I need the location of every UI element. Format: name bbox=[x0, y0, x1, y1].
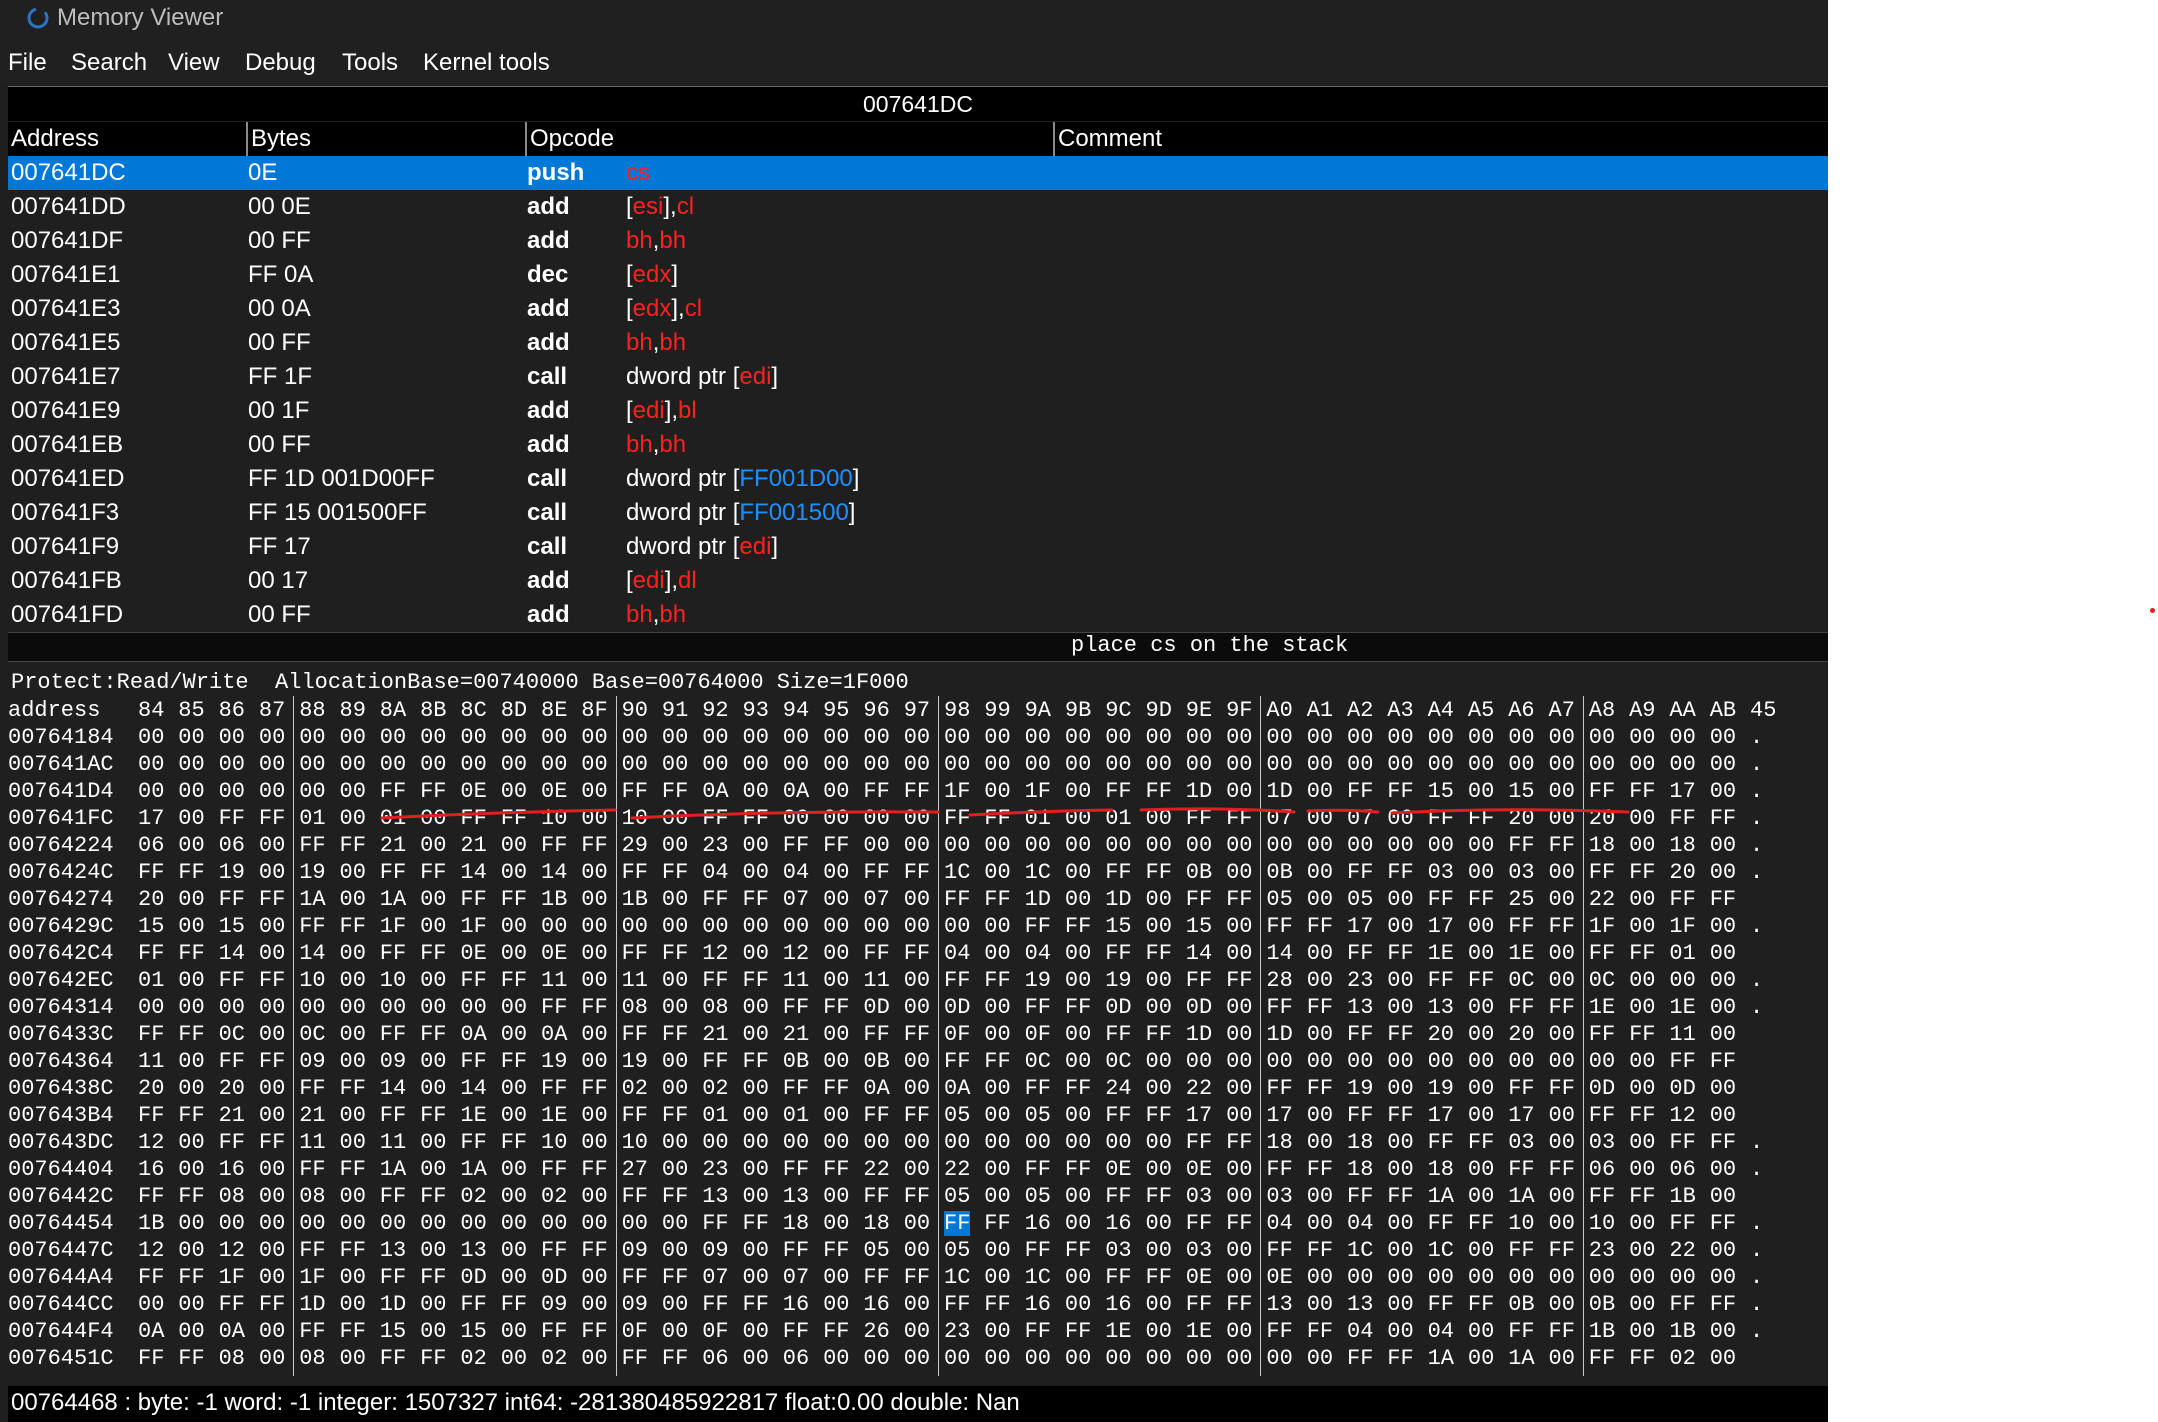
red-underline bbox=[1306, 808, 1380, 814]
red-underline-annotations bbox=[380, 807, 1630, 820]
red-underline bbox=[1390, 808, 1630, 815]
red-dot-mark bbox=[2150, 608, 2155, 613]
red-underline bbox=[380, 808, 617, 820]
red-underline bbox=[1139, 807, 1296, 814]
red-underline bbox=[630, 810, 940, 820]
red-underline bbox=[968, 808, 1114, 817]
